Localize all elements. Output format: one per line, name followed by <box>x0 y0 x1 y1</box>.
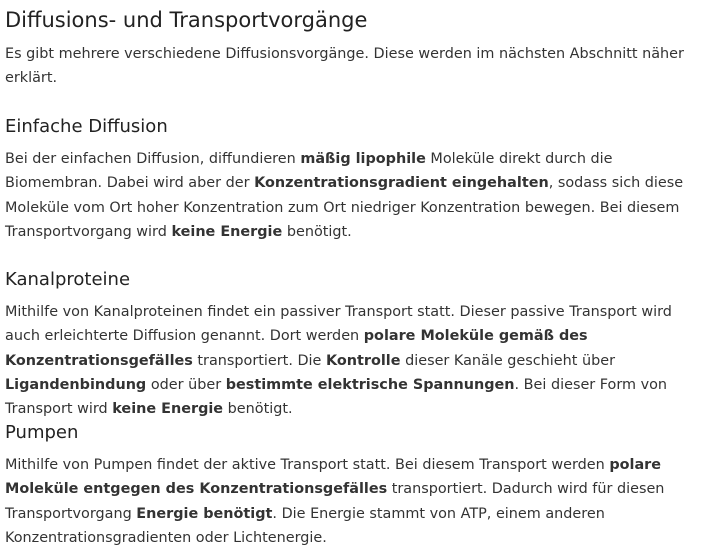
intro-paragraph: Es gibt mehrere verschiedene Diffusionsv… <box>5 46 684 87</box>
emphasis-text: mäßig lipophile <box>300 151 426 167</box>
body-text: benötigt. <box>223 401 293 418</box>
section-paragraph-einfache-diffusion: Bei der einfachen Diffusion, diffundiere… <box>5 147 700 244</box>
body-text: transportiert. Die <box>192 352 326 369</box>
section-heading-einfache-diffusion: Einfache Diffusion <box>5 116 168 137</box>
body-text: Bei der einfachen Diffusion, diffundiere… <box>5 151 301 167</box>
emphasis-text: Konzentrationsgradient eingehalten <box>254 175 549 192</box>
document-page: Diffusions- und Transportvorgänge Es gib… <box>0 0 706 554</box>
section-heading-pumpen: Pumpen <box>5 422 79 443</box>
emphasis-text: bestimmte elektrische Spannungen <box>225 376 515 393</box>
emphasis-text: keine Energie <box>112 401 224 418</box>
emphasis-text: keine Energie <box>171 223 283 240</box>
emphasis-text: Ligandenbindung <box>5 376 147 393</box>
body-text: Mithilfe von Pumpen findet der aktive Tr… <box>5 457 610 473</box>
emphasis-text: Energie benötigt <box>136 505 273 522</box>
section-paragraph-kanalproteine: Mithilfe von Kanalproteinen findet ein p… <box>5 300 700 421</box>
body-text: dieser Kanäle geschieht über <box>400 352 616 369</box>
page-title: Diffusions- und Transportvorgänge <box>5 8 368 32</box>
section-heading-kanalproteine: Kanalproteine <box>5 269 131 290</box>
emphasis-text: Kontrolle <box>325 352 401 369</box>
section-paragraph-pumpen: Mithilfe von Pumpen findet der aktive Tr… <box>5 453 700 550</box>
body-text: oder über <box>146 376 226 393</box>
body-text: benötigt. <box>282 223 352 240</box>
